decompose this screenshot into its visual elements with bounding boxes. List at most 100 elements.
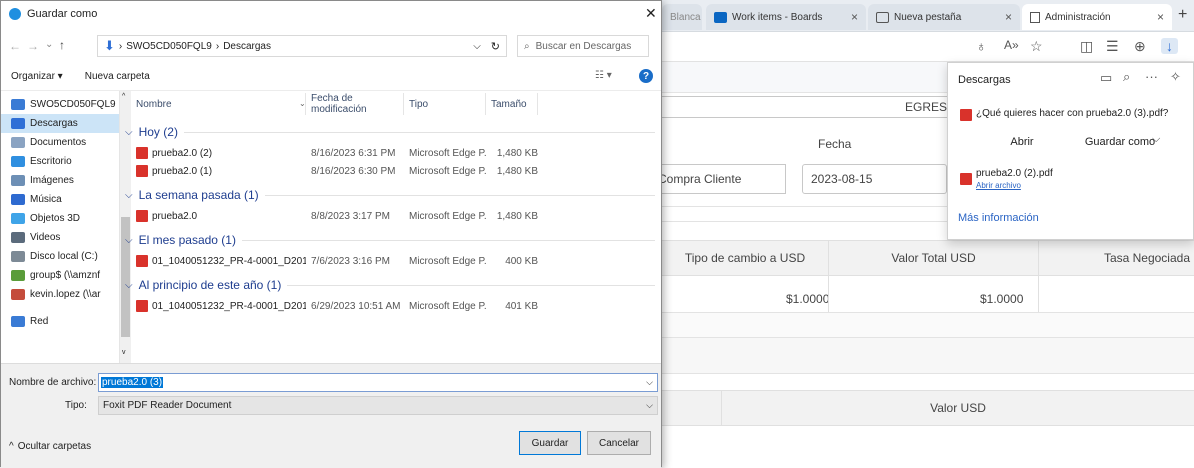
scroll-up-icon[interactable]: ^ — [122, 93, 125, 100]
compra-field[interactable]: Compra Cliente — [650, 164, 786, 194]
chevron-down-icon[interactable]: ⌵ — [646, 377, 653, 388]
th-valor-usd: Valor USD — [722, 390, 1194, 426]
file-type: Microsoft Edge P... — [409, 210, 486, 222]
col-tipo[interactable]: Tipo — [404, 93, 486, 115]
col-fecha[interactable]: Fecha de modificación — [306, 93, 404, 115]
read-aloud-icon[interactable]: A» — [1004, 38, 1019, 52]
download-icon: ⬇ — [104, 38, 115, 53]
split-screen-icon[interactable]: ◫ — [1080, 38, 1093, 55]
up-icon[interactable]: ↑ — [59, 38, 65, 52]
open-button[interactable]: Abrir — [976, 129, 1068, 155]
sidebar-item[interactable]: group$ (\\amznf — [1, 266, 119, 285]
navigation-pane: SWO5CD050FQL9 Descargas Documentos Escritor… — [1, 91, 120, 363]
sidebar-item[interactable]: Red — [1, 312, 119, 331]
search-icon[interactable]: ⌕ — [1123, 69, 1130, 85]
th-tipo-cambio: Tipo de cambio a USD — [662, 240, 828, 276]
sidebar-item[interactable]: Objetos 3D — [1, 209, 119, 228]
fecha-value: 2023-08-15 — [811, 172, 873, 186]
command-bar: Organizar ▾ Nueva carpeta — [1, 63, 661, 91]
file-row[interactable]: prueba2.0 (1) 8/16/2023 6:30 PM Microsoft … — [131, 162, 538, 180]
refresh-icon[interactable]: ↻ — [491, 40, 500, 53]
sidebar-item-label: Objetos 3D — [30, 213, 81, 224]
sidebar-item[interactable]: Imágenes — [1, 171, 119, 190]
file-date: 8/8/2023 3:17 PM — [311, 210, 390, 222]
tab-nueva-pestana[interactable]: Nueva pestaña × — [868, 4, 1020, 30]
type-label: Tipo: — [65, 400, 87, 411]
group-divider — [287, 284, 655, 286]
group-header[interactable]: ⌵ El mes pasado (1) — [125, 231, 655, 249]
close-icon[interactable]: ✕ — [645, 5, 657, 22]
divider — [662, 312, 1194, 338]
group-header[interactable]: ⌵ La semana pasada (1) — [125, 186, 655, 204]
hide-folders-button[interactable]: ^ Ocultar carpetas — [9, 441, 91, 452]
download-file-name[interactable]: prueba2.0 (2).pdf — [976, 168, 1053, 179]
tab-administracion[interactable]: Administración × — [1022, 4, 1172, 30]
breadcrumb-descargas[interactable]: Descargas — [223, 41, 271, 52]
filename-label: Nombre de archivo: — [9, 377, 97, 388]
favorites-icon[interactable]: ☰ — [1106, 38, 1119, 55]
close-icon[interactable]: × — [1005, 10, 1012, 24]
downloads-title: Descargas — [958, 74, 1011, 86]
group-header[interactable]: ⌵ Al principio de este año (1) — [125, 276, 655, 294]
objects3d-icon — [11, 213, 25, 224]
recent-chevron-icon[interactable]: ⌄ — [45, 39, 53, 50]
network-drive-icon — [11, 289, 25, 300]
more-icon[interactable]: ··· — [1145, 69, 1158, 84]
view-options-icon[interactable]: ☷ ▾ — [595, 70, 612, 81]
fecha-input[interactable]: 2023-08-15 — [802, 164, 947, 194]
close-icon[interactable]: × — [1157, 10, 1164, 24]
open-file-link[interactable]: Abrir archivo — [976, 181, 1021, 190]
more-info-link[interactable]: Más información — [958, 212, 1039, 224]
close-icon[interactable]: × — [851, 10, 858, 24]
sidebar-item-label: group$ (\\amznf — [30, 270, 101, 281]
computer-icon — [11, 99, 25, 110]
chevron-down-icon[interactable]: ⌵ — [1152, 133, 1160, 146]
sidebar-item[interactable]: Disco local (C:) — [1, 247, 119, 266]
chevron-down-icon[interactable]: ⌵ — [473, 41, 481, 52]
sidebar-item[interactable]: Documentos — [1, 133, 119, 152]
egres-field[interactable]: EGRES — [662, 96, 952, 118]
tab-blanca[interactable]: Blanca × — [662, 4, 702, 30]
folder-icon[interactable]: ▭ — [1100, 70, 1112, 86]
downloads-icon[interactable]: ↓ — [1161, 38, 1178, 54]
file-row[interactable]: 01_1040051232_PR-4-0001_D20152_29_6_... 6… — [131, 297, 538, 315]
tab-label: Work items - Boards — [732, 11, 823, 23]
back-icon[interactable]: ← — [9, 39, 21, 53]
favorite-star-icon[interactable]: ☆ — [1030, 38, 1043, 55]
new-folder-button[interactable]: Nueva carpeta — [85, 71, 150, 82]
chevron-up-icon: ^ — [9, 441, 14, 452]
filename-input[interactable]: prueba2.0 (3) ⌵ — [98, 373, 658, 392]
group-header[interactable]: ⌵ Hoy (2) — [125, 123, 655, 141]
extensions-icon[interactable]: ♁ — [976, 38, 987, 54]
sidebar-item[interactable]: Descargas — [1, 114, 119, 133]
sidebar-item[interactable]: Videos — [1, 228, 119, 247]
help-icon[interactable]: ? — [639, 69, 653, 83]
save-button[interactable]: Guardar — [519, 431, 581, 455]
cancel-button[interactable]: Cancelar — [587, 431, 651, 455]
file-row[interactable]: 01_1040051232_PR-4-0001_D20152_6_7_2... 7… — [131, 252, 538, 270]
breadcrumb-computer[interactable]: SWO5CD050FQL9 — [126, 41, 212, 52]
type-select[interactable]: Foxit PDF Reader Document ⌵ — [98, 396, 658, 415]
sidebar-item[interactable]: Música — [1, 190, 119, 209]
sidebar-item[interactable]: Escritorio — [1, 152, 119, 171]
new-tab-page-icon — [876, 11, 889, 23]
scroll-down-icon[interactable]: v — [122, 349, 126, 356]
organize-button[interactable]: Organizar ▾ — [11, 71, 63, 82]
col-fecha-label: Fecha de modificación — [311, 93, 367, 115]
sidebar-item[interactable]: SWO5CD050FQL9 — [1, 95, 119, 114]
new-tab-button[interactable]: + — [1178, 6, 1187, 24]
search-input[interactable]: ⌕ Buscar en Descargas — [517, 35, 649, 57]
file-row[interactable]: prueba2.0 (2) 8/16/2023 6:31 PM Microsoft … — [131, 144, 538, 162]
forward-icon[interactable]: → — [27, 39, 39, 53]
file-row[interactable]: prueba2.0 8/8/2023 3:17 PM Microsoft Edge … — [131, 207, 538, 225]
tab-work-items[interactable]: Work items - Boards × — [706, 4, 866, 30]
page-icon — [1030, 11, 1040, 23]
col-tamano[interactable]: Tamaño — [486, 93, 538, 115]
sidebar-item[interactable]: kevin.lopez (\\ar — [1, 285, 119, 304]
col-nombre[interactable]: Nombre — [131, 93, 306, 115]
collections-icon[interactable]: ⊕ — [1134, 38, 1146, 55]
pin-icon[interactable]: ✧ — [1170, 69, 1181, 85]
download-icon — [11, 118, 25, 129]
breadcrumb[interactable]: ⬇ › SWO5CD050FQL9 › Descargas ⌵ ↻ — [97, 35, 507, 57]
azure-boards-icon — [714, 11, 727, 23]
